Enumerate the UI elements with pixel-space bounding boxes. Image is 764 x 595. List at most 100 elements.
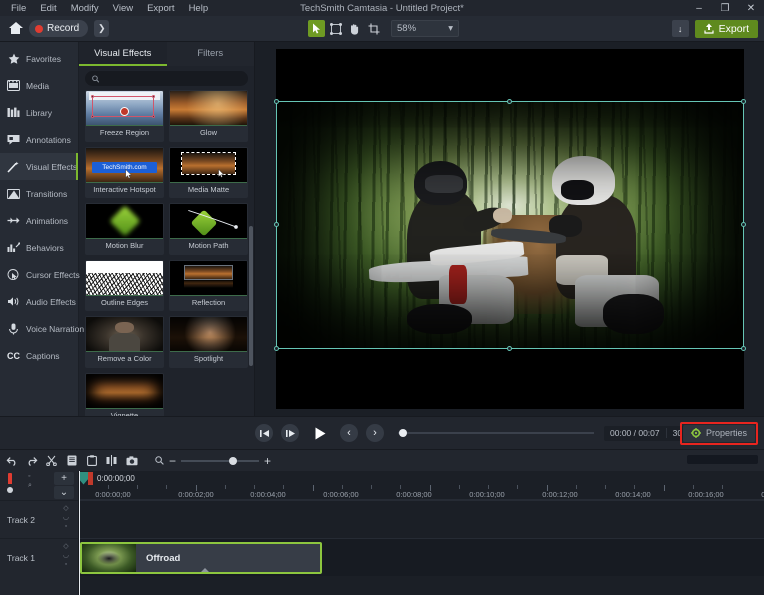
effect-card-glow[interactable]: Glow xyxy=(169,90,248,142)
maximize-button[interactable]: ❐ xyxy=(712,0,738,16)
marker-pin-icon[interactable] xyxy=(8,473,12,484)
paste-button[interactable] xyxy=(83,452,100,469)
sidebar-item-favorites[interactable]: Favorites xyxy=(0,45,78,72)
prev-marker-button[interactable]: ‹ xyxy=(340,424,358,442)
menu-item-edit[interactable]: Edit xyxy=(33,2,63,15)
tab-visual-effects[interactable]: Visual Effects xyxy=(79,42,167,66)
collapse-tracks-button[interactable]: ⌄ xyxy=(54,486,74,499)
marker-dot-icon[interactable] xyxy=(7,487,13,493)
playhead-flag[interactable]: 0:00:00;00 xyxy=(79,471,135,485)
cut-button[interactable] xyxy=(43,452,60,469)
timeline-ruler[interactable]: 0:00:00;00 0:00:02;00 0:00:04;00 0:00:06… xyxy=(79,485,764,500)
effect-thumbnail xyxy=(170,260,247,296)
scrubber-handle[interactable] xyxy=(399,429,407,437)
sidebar-item-media[interactable]: Media xyxy=(0,72,78,99)
playhead-handle-icon[interactable] xyxy=(79,471,88,485)
timeline-tracks-area[interactable]: 0:00:00;00 0:00:00;00 0:00:02;00 0:00:04… xyxy=(79,471,764,595)
record-button[interactable]: Record xyxy=(29,20,89,37)
zoom-out-button[interactable]: − xyxy=(169,454,176,468)
record-dropdown-button[interactable]: ❯ xyxy=(94,20,110,37)
timeline-track-1[interactable]: Offroad xyxy=(79,538,764,576)
sidebar-item-animations[interactable]: Animations xyxy=(0,207,78,234)
lock-icon[interactable]: ▫ xyxy=(65,561,67,568)
zoom-in-button[interactable]: + xyxy=(264,454,271,468)
sidebar-item-library[interactable]: Library xyxy=(0,99,78,126)
effects-grid-wrap[interactable]: Freeze Region Glow TechSmith.com Interac… xyxy=(79,90,254,416)
close-button[interactable]: ✕ xyxy=(738,0,764,16)
eye-icon[interactable]: ◇ xyxy=(63,543,68,550)
timeline-track-2[interactable] xyxy=(79,500,764,538)
zoom-level-select[interactable]: 58% ▾ xyxy=(391,20,459,37)
export-button[interactable]: Export xyxy=(694,19,758,38)
lock-icon[interactable]: ▫ xyxy=(65,523,67,530)
playhead-area[interactable]: 0:00:00;00 xyxy=(79,471,764,485)
timeline-clip-offroad[interactable]: Offroad xyxy=(80,542,322,574)
menu-item-modify[interactable]: Modify xyxy=(64,2,106,15)
tab-filters[interactable]: Filters xyxy=(166,42,254,66)
redo-icon xyxy=(28,456,37,466)
menu-item-file[interactable]: File xyxy=(4,2,33,15)
effect-card-vignette[interactable]: Vignette xyxy=(85,372,164,416)
effect-card-media-matte[interactable]: Media Matte xyxy=(169,146,248,198)
track-header-track-2[interactable]: Track 2 ◇ ◡ ▫ xyxy=(0,500,78,538)
effect-card-freeze-region[interactable]: Freeze Region xyxy=(85,90,164,142)
play-button[interactable] xyxy=(307,421,332,446)
crop-tool-button[interactable] xyxy=(365,20,382,37)
timeline-header-top: ◦ ⌕ + ⌄ xyxy=(0,471,78,500)
effect-card-outline-edges[interactable]: Outline Edges xyxy=(85,259,164,311)
behaviors-icon xyxy=(7,241,20,254)
search-input[interactable] xyxy=(103,73,241,84)
video-preview-canvas[interactable] xyxy=(273,49,746,409)
transform-tool-button[interactable] xyxy=(327,20,344,37)
paste-icon xyxy=(86,455,97,466)
sidebar-item-cursor-effects[interactable]: Cursor Effects xyxy=(0,261,80,288)
split-button[interactable] xyxy=(103,452,120,469)
redo-button[interactable] xyxy=(23,452,40,469)
effects-search-box[interactable] xyxy=(85,71,248,86)
sidebar-item-annotations[interactable]: Annotations xyxy=(0,126,78,153)
effects-scrollbar[interactable] xyxy=(249,226,253,366)
undo-button[interactable] xyxy=(3,452,20,469)
screenshot-button[interactable] xyxy=(123,452,140,469)
effect-card-remove-a-color[interactable]: Remove a Color xyxy=(85,316,164,368)
export-label: Export xyxy=(718,22,749,35)
step-back-button[interactable] xyxy=(255,424,273,442)
timeline-zoom-slider[interactable]: − + xyxy=(155,454,271,468)
effect-card-motion-blur[interactable]: Motion Blur xyxy=(85,203,164,255)
sidebar-label: Captions xyxy=(26,350,60,361)
mute-icon[interactable]: ◡ xyxy=(63,514,69,521)
timeline-horizontal-scrollbar[interactable] xyxy=(665,455,758,464)
add-track-button[interactable]: + xyxy=(54,472,74,485)
sidebar-item-captions[interactable]: CC Captions xyxy=(0,342,78,369)
next-marker-button[interactable]: › xyxy=(366,424,384,442)
effect-card-reflection[interactable]: Reflection xyxy=(169,259,248,311)
playback-scrubber[interactable] xyxy=(398,426,594,440)
sidebar-item-visual-effects[interactable]: Visual Effects xyxy=(0,153,78,180)
zoom-slider-handle[interactable] xyxy=(229,456,238,465)
sidebar-item-transitions[interactable]: Transitions xyxy=(0,180,78,207)
home-icon[interactable] xyxy=(8,22,23,35)
menu-item-view[interactable]: View xyxy=(106,2,140,15)
minimize-button[interactable]: – xyxy=(686,0,712,16)
copy-button[interactable] xyxy=(63,452,80,469)
effect-card-spotlight[interactable]: Spotlight xyxy=(169,316,248,368)
download-button[interactable]: ↓ xyxy=(671,20,689,37)
menu-item-help[interactable]: Help xyxy=(182,2,216,15)
clip-marker-icon[interactable] xyxy=(201,568,209,572)
selection-tool-button[interactable] xyxy=(308,20,325,37)
effect-card-interactive-hotspot[interactable]: TechSmith.com Interactive Hotspot xyxy=(85,146,164,198)
sidebar-item-behaviors[interactable]: Behaviors xyxy=(0,234,78,261)
track-header-track-1[interactable]: Track 1 ◇ ◡ ▫ xyxy=(0,538,78,576)
effect-card-motion-path[interactable]: Motion Path xyxy=(169,203,248,255)
mute-icon[interactable]: ◡ xyxy=(63,552,69,559)
properties-button[interactable]: Properties xyxy=(682,424,755,442)
scrollbar-thumb[interactable] xyxy=(687,455,758,464)
zoom-slider-track[interactable] xyxy=(181,456,260,465)
hand-tool-button[interactable] xyxy=(346,20,363,37)
eye-icon[interactable]: ◇ xyxy=(63,505,68,512)
sidebar-item-voice-narration[interactable]: Voice Narration xyxy=(0,315,84,342)
step-forward-button[interactable] xyxy=(281,424,299,442)
effect-label: Glow xyxy=(199,128,218,137)
sidebar-item-audio-effects[interactable]: Audio Effects xyxy=(0,288,78,315)
menu-item-export[interactable]: Export xyxy=(140,2,181,15)
